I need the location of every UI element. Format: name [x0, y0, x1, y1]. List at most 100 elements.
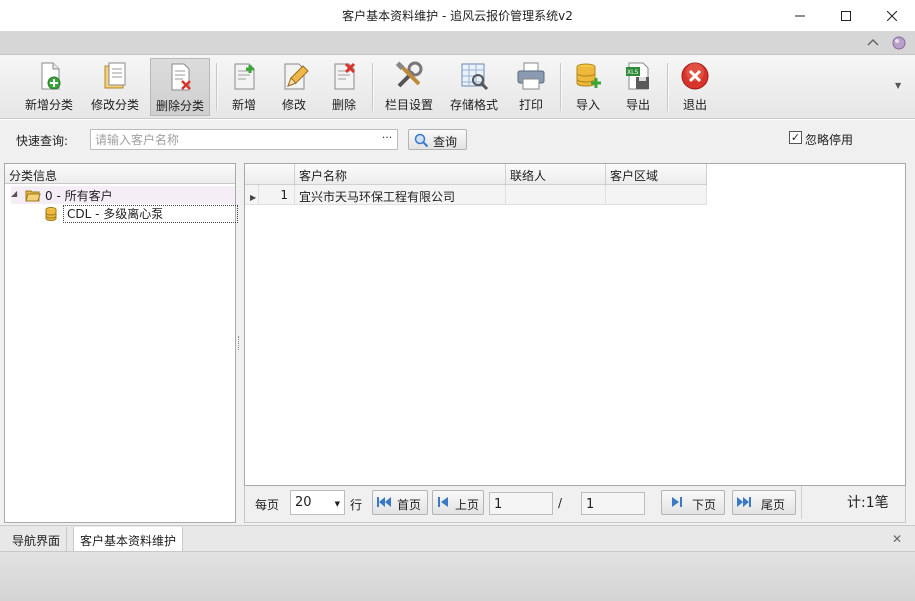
ellipsis-button[interactable]: ···	[379, 131, 395, 148]
tools-icon	[395, 61, 423, 88]
toolbar-overflow-icon[interactable]: ▼	[895, 81, 901, 90]
delete-button[interactable]: 删除	[324, 58, 364, 116]
toolbar-separator	[667, 63, 668, 111]
next-page-label: 下页	[692, 498, 717, 512]
minimize-icon	[795, 15, 805, 16]
grid-header-indicator	[245, 164, 295, 185]
title-bar: 客户基本资料维护 - 追风云报价管理系统v2	[0, 0, 915, 31]
delete-category-button[interactable]: 删除分类	[150, 58, 210, 116]
grid-header-region[interactable]: 客户区域	[606, 164, 707, 185]
panel-splitter[interactable]	[238, 336, 241, 350]
save-format-icon	[461, 63, 489, 91]
last-page-icon	[737, 497, 751, 507]
edit-pencil-icon	[284, 63, 309, 90]
print-label: 打印	[518, 98, 543, 112]
prev-page-label: 上页	[455, 498, 480, 512]
save-format-button[interactable]: 存储格式	[446, 58, 502, 116]
row-indicator-icon: ▶	[245, 185, 259, 205]
close-icon	[887, 10, 897, 21]
add-document-icon	[234, 63, 255, 90]
next-page-button[interactable]: 下页	[661, 490, 725, 515]
per-page-value: 20	[295, 495, 312, 510]
svg-text:XLS: XLS	[627, 69, 638, 76]
first-page-icon	[377, 497, 391, 507]
exit-button[interactable]: 退出	[675, 58, 715, 116]
toolbar-separator	[372, 63, 373, 111]
database-icon	[45, 207, 57, 222]
record-count: 计:1笔	[801, 486, 907, 519]
tree-node-all-customers[interactable]: ◢ 0 - 所有客户	[11, 186, 235, 204]
document-tabs: 导航界面 客户基本资料维护 ✕	[0, 525, 915, 551]
table-cell-region[interactable]	[606, 185, 707, 205]
page-slash: /	[558, 496, 563, 510]
query-button[interactable]: 查询	[408, 129, 467, 150]
toolbar-separator	[216, 63, 217, 111]
import-button[interactable]: 导入	[568, 58, 608, 116]
folder-open-icon	[25, 190, 41, 202]
grid-header-contact[interactable]: 联络人	[506, 164, 606, 185]
skin-ball-icon[interactable]	[891, 35, 907, 51]
maximize-button[interactable]	[823, 0, 869, 31]
exit-label: 退出	[682, 98, 707, 112]
delete-label: 删除	[331, 98, 356, 112]
import-database-icon	[576, 63, 601, 88]
export-label: 导出	[625, 98, 650, 112]
search-row: 快速查询: ··· 查询	[0, 120, 915, 160]
category-panel-header: 分类信息	[5, 164, 235, 184]
checkbox-checked-icon[interactable]: ✓	[789, 131, 802, 144]
per-page-label: 每页	[255, 498, 280, 512]
grid-header-customer-name[interactable]: 客户名称	[295, 164, 506, 185]
collapse-ribbon-icon[interactable]	[865, 35, 881, 51]
export-button[interactable]: XLS 导出	[618, 58, 658, 116]
first-page-button[interactable]: 首页	[372, 490, 428, 515]
ignore-disabled-label: 忽略停用	[805, 133, 854, 147]
edit-category-label: 修改分类	[90, 98, 139, 112]
tab-navigation[interactable]: 导航界面	[6, 527, 68, 551]
search-input[interactable]	[91, 130, 371, 149]
delete-category-icon	[171, 63, 191, 91]
column-settings-button[interactable]: 栏目设置	[380, 58, 438, 116]
tree-node-label: CDL - 多级离心泵	[63, 205, 238, 223]
current-page-input[interactable]: 1	[489, 492, 553, 515]
tree-node-cdl[interactable]: CDL - 多级离心泵	[43, 205, 238, 223]
delete-category-label: 删除分类	[155, 99, 204, 113]
close-button[interactable]	[869, 0, 915, 31]
table-cell-contact[interactable]	[506, 185, 606, 205]
edit-label: 修改	[281, 98, 306, 112]
table-cell-customer-name[interactable]: 宜兴市天马环保工程有限公司	[295, 185, 506, 205]
per-page-select[interactable]: 20 ▼	[290, 490, 345, 515]
delete-document-icon	[334, 62, 356, 90]
category-panel: 分类信息 ◢ 0 - 所有客户 CDL - 多级离心泵	[4, 163, 238, 523]
pager: 每页 20 ▼ 行 首页 上页 1 / 1 下页 尾页 计:1笔	[244, 486, 906, 523]
add-category-label: 新增分类	[24, 98, 73, 112]
expand-arrow-icon[interactable]: ◢	[11, 189, 17, 198]
add-button[interactable]: 新增	[224, 58, 264, 116]
import-label: 导入	[575, 98, 600, 112]
next-page-icon	[672, 497, 682, 507]
total-pages-field: 1	[581, 492, 645, 515]
last-page-label: 尾页	[761, 498, 786, 512]
last-page-button[interactable]: 尾页	[732, 490, 796, 515]
first-page-label: 首页	[397, 498, 422, 512]
print-button[interactable]: 打印	[511, 58, 551, 116]
toolbar: 新增分类 修改分类 删除分类 新增 修改 删除 栏目设置 存储格式 打印 导入 …	[0, 55, 915, 119]
prev-page-button[interactable]: 上页	[432, 490, 484, 515]
add-category-button[interactable]: 新增分类	[20, 58, 78, 116]
table-row-index[interactable]: 1	[259, 185, 295, 205]
save-format-label: 存储格式	[449, 98, 498, 112]
close-tab-icon[interactable]: ✕	[892, 532, 902, 546]
export-excel-icon: XLS	[626, 62, 649, 90]
column-settings-label: 栏目设置	[384, 98, 433, 112]
add-label: 新增	[231, 98, 256, 112]
customer-grid: 客户名称 联络人 客户区域 ▶ 1 宜兴市天马环保工程有限公司	[244, 163, 906, 486]
search-box: ···	[90, 129, 398, 150]
prev-page-icon	[438, 497, 448, 507]
tree-node-label: 0 - 所有客户	[45, 189, 113, 203]
status-bar	[0, 551, 915, 601]
edit-category-button[interactable]: 修改分类	[86, 58, 144, 116]
edit-button[interactable]: 修改	[274, 58, 314, 116]
tab-customer-maintenance[interactable]: 客户基本资料维护	[73, 527, 184, 551]
exit-icon	[681, 62, 709, 90]
minimize-button[interactable]	[777, 0, 823, 31]
add-category-icon	[41, 62, 61, 90]
